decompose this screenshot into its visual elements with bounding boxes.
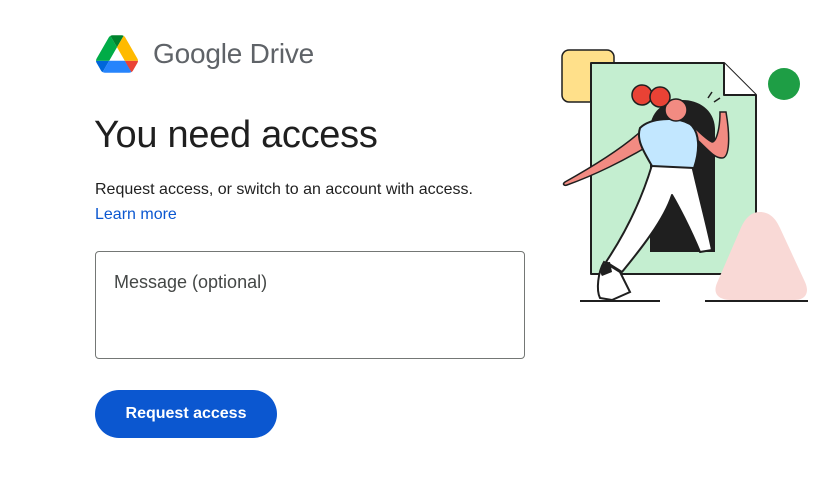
page-title: You need access bbox=[94, 114, 378, 156]
google-drive-logo-icon bbox=[96, 35, 138, 73]
figure-hair-bun-2 bbox=[649, 86, 671, 108]
access-illustration bbox=[561, 49, 808, 302]
figure-shirt bbox=[638, 118, 700, 169]
app-name: Google Drive bbox=[153, 38, 315, 69]
figure-hair-bun bbox=[631, 84, 653, 106]
green-dot-shape bbox=[768, 68, 800, 100]
access-description: Request access, or switch to an account … bbox=[95, 181, 473, 198]
learn-more-link[interactable]: Learn more bbox=[95, 206, 177, 224]
message-input[interactable] bbox=[95, 251, 525, 359]
request-access-button[interactable]: Request access bbox=[95, 390, 277, 438]
google-drive-logo: Google Drive bbox=[96, 35, 314, 73]
